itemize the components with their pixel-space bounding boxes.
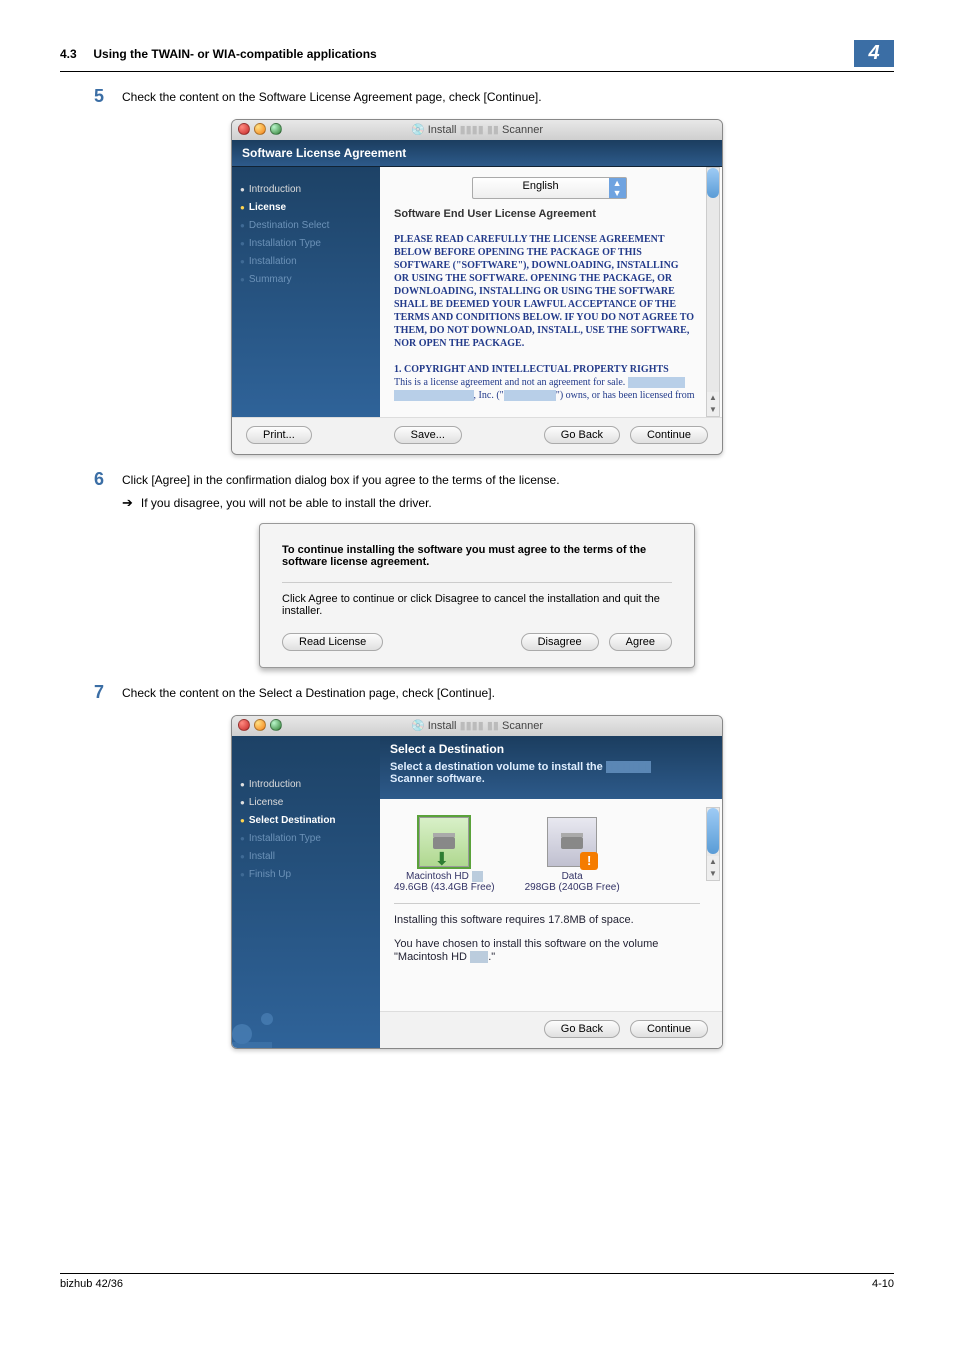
agree-button[interactable]: Agree — [609, 633, 672, 651]
dialog-body: Click Agree to continue or click Disagre… — [282, 593, 672, 617]
read-license-button[interactable]: Read License — [282, 633, 383, 651]
sidebar-item-install: ●Installation — [240, 256, 372, 267]
sidebar-item-intro: ●Introduction — [240, 184, 372, 195]
language-select[interactable]: English ▲▼ — [472, 177, 627, 199]
scrollbar[interactable]: ▲ ▼ — [706, 167, 720, 417]
scroll-down-icon[interactable]: ▼ — [707, 868, 719, 880]
continue-button[interactable]: Continue — [630, 1020, 708, 1038]
zoom-icon[interactable] — [270, 123, 282, 135]
agree-dialog: To continue installing the software you … — [259, 523, 695, 668]
step-number: 7 — [94, 682, 122, 703]
titlebar: 💿 Install ▮▮▮▮ ▮▮ Scanner — [232, 716, 722, 736]
zoom-icon[interactable] — [270, 719, 282, 731]
step-text: Check the content on the Select a Destin… — [122, 682, 495, 700]
sidebar-item-license: ●License — [240, 202, 372, 213]
go-back-button[interactable]: Go Back — [544, 426, 620, 444]
minimize-icon[interactable] — [254, 123, 266, 135]
dialog-title: To continue installing the software you … — [282, 544, 672, 568]
close-icon[interactable] — [238, 719, 250, 731]
step-text: Click [Agree] in the confirmation dialog… — [122, 469, 560, 487]
save-button[interactable]: Save... — [394, 426, 462, 444]
header-banner: Software License Agreement — [232, 140, 722, 167]
step-7: 7 Check the content on the Select a Dest… — [94, 682, 894, 703]
step-number: 5 — [94, 86, 122, 107]
sidebar-item-type: ●Installation Type — [240, 833, 372, 844]
divider — [282, 582, 672, 583]
watermark-image — [231, 994, 302, 1049]
scroll-up-icon[interactable]: ▲ — [707, 392, 719, 404]
sidebar-item-dest: ●Destination Select — [240, 220, 372, 231]
scroll-up-icon[interactable]: ▲ — [707, 856, 719, 868]
sidebar-item-summary: ●Summary — [240, 274, 372, 285]
installer-window-license: 💿 Install ▮▮▮▮ ▮▮ Scanner Software Licen… — [231, 119, 723, 455]
sidebar-item-type: ●Installation Type — [240, 238, 372, 249]
go-back-button[interactable]: Go Back — [544, 1020, 620, 1038]
rule — [60, 71, 894, 72]
warning-icon: ! — [580, 852, 598, 870]
step-6: 6 Click [Agree] in the confirmation dial… — [94, 469, 894, 490]
scroll-thumb[interactable] — [707, 168, 719, 198]
license-text: Software End User License Agreement PLEA… — [394, 207, 704, 402]
section-header: 4.3 Using the TWAIN- or WIA-compatible a… — [60, 47, 377, 61]
scroll-down-icon[interactable]: ▼ — [707, 404, 719, 416]
installer-window-destination: 💿 Install ▮▮▮▮ ▮▮ Scanner ●Introduction … — [231, 715, 723, 1049]
installer-sidebar: ●Introduction ●License ●Destination Sele… — [232, 167, 380, 417]
chosen-volume: You have chosen to install this software… — [394, 938, 700, 963]
installer-sidebar: ●Introduction ●License ●Select Destinati… — [232, 736, 380, 1048]
chapter-number: 4 — [854, 40, 894, 67]
disk-data[interactable]: ! Data 298GB (240GB Free) — [525, 817, 620, 893]
step-number: 6 — [94, 469, 122, 490]
disagree-button[interactable]: Disagree — [521, 633, 599, 651]
print-button[interactable]: Print... — [246, 426, 312, 444]
minimize-icon[interactable] — [254, 719, 266, 731]
sidebar-item-license: ●License — [240, 797, 372, 808]
continue-button[interactable]: Continue — [630, 426, 708, 444]
header-banner: Select a Destination Select a destinatio… — [380, 736, 722, 799]
page-footer: bizhub 42/36 4-10 — [60, 1274, 894, 1290]
close-icon[interactable] — [238, 123, 250, 135]
step-6-sub: ➔ If you disagree, you will not be able … — [122, 496, 894, 511]
disk-macintosh-hd[interactable]: ⬇ Macintosh HD ▮▮ 49.6GB (43.4GB Free) — [394, 817, 495, 893]
selected-arrow-icon: ⬇ — [434, 849, 449, 870]
sidebar-item-dest: ●Select Destination — [240, 815, 372, 826]
sidebar-item-intro: ●Introduction — [240, 779, 372, 790]
sidebar-item-finish: ●Finish Up — [240, 869, 372, 880]
step-5: 5 Check the content on the Software Lice… — [94, 86, 894, 107]
sidebar-item-install: ●Install — [240, 851, 372, 862]
scrollbar[interactable]: ▲ ▼ — [706, 807, 720, 881]
space-required: Installing this software requires 17.8MB… — [394, 914, 700, 926]
chevron-updown-icon: ▲▼ — [609, 178, 626, 198]
step-text: Check the content on the Software Licens… — [122, 86, 542, 104]
scroll-thumb[interactable] — [707, 808, 719, 854]
titlebar: 💿 Install ▮▮▮▮ ▮▮ Scanner — [232, 120, 722, 140]
arrow-icon: ➔ — [122, 495, 133, 511]
disk-selection: ⬇ Macintosh HD ▮▮ 49.6GB (43.4GB Free) ! — [394, 817, 700, 893]
